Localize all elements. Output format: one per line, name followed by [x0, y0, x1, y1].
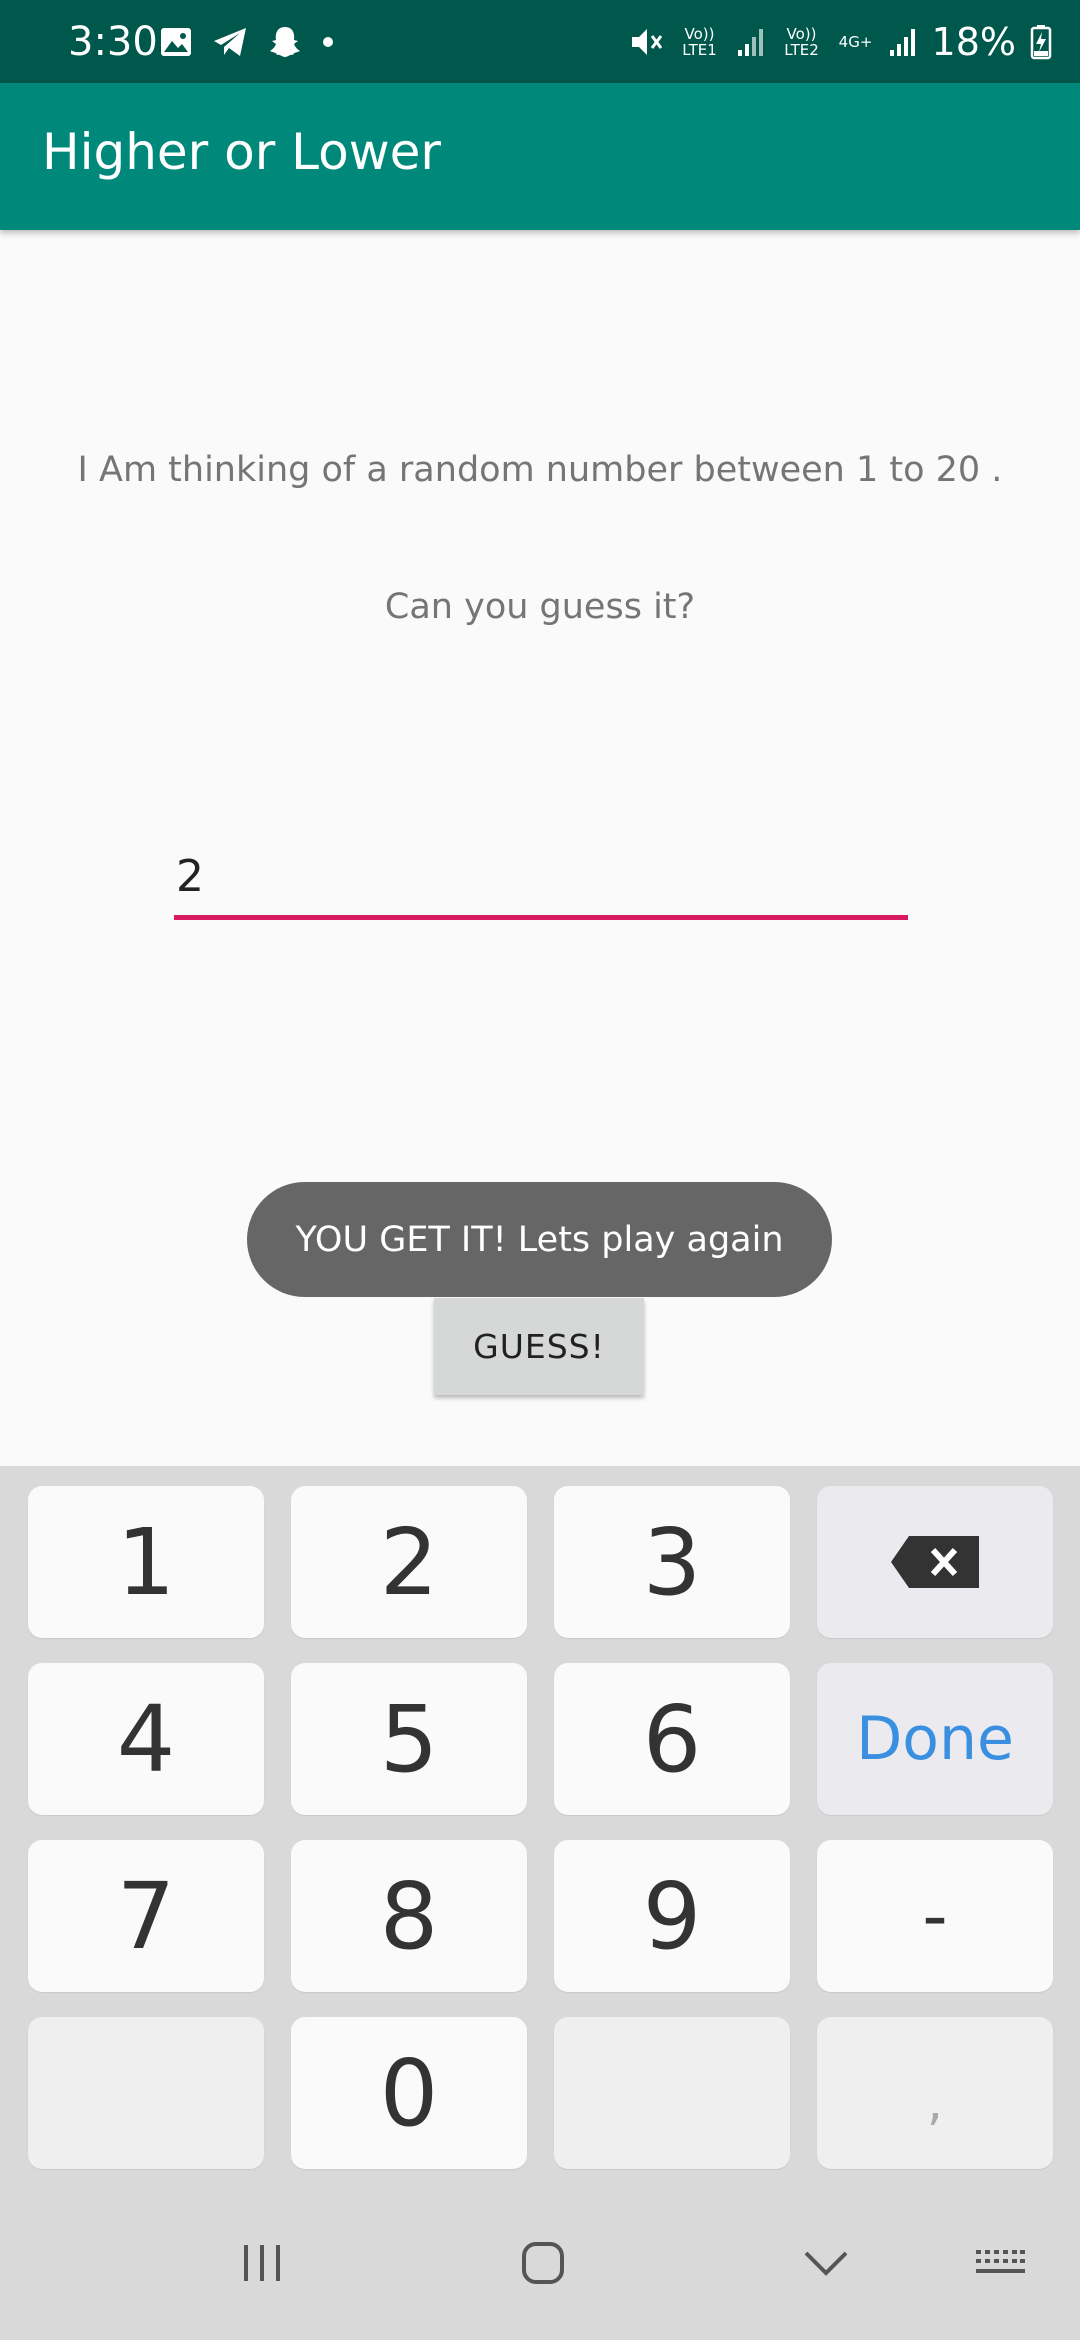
sim2-label: Vo)) LTE2	[784, 25, 819, 59]
dot-icon	[323, 37, 333, 47]
system-icons: Vo)) LTE1 Vo)) LTE2 4G+ 18%	[628, 14, 1052, 70]
sim1-label: Vo)) LTE1	[682, 25, 717, 59]
signal-icon	[737, 29, 763, 56]
backspace-key[interactable]	[817, 1486, 1053, 1638]
keyboard-icon	[976, 2250, 1025, 2273]
back-icon	[804, 2251, 848, 2276]
key-0[interactable]: 0	[291, 2017, 527, 2169]
key-3[interactable]: 3	[554, 1486, 790, 1638]
key-2[interactable]: 2	[291, 1486, 527, 1638]
battery-charging-icon	[1030, 25, 1052, 60]
battery-percent: 18%	[931, 20, 1016, 64]
blank-key	[28, 2017, 264, 2169]
keyboard-toggle-button[interactable]	[960, 2226, 1040, 2300]
gallery-icon	[161, 28, 191, 56]
minus-key[interactable]: -	[817, 1840, 1053, 1992]
numeric-keyboard: 1 2 3 4 5 6 Done 7 8 9 - 0 ,	[0, 1466, 1080, 2186]
status-bar: 3:30 Vo)) LTE1 Vo)) LTE2 4G+ 18%	[0, 0, 1080, 83]
notification-icons	[160, 18, 334, 66]
navigation-bar	[0, 2186, 1080, 2340]
signal-icon	[889, 29, 915, 56]
toast-message: YOU GET IT! Lets play again	[247, 1182, 832, 1297]
network-type: 4G+	[838, 33, 873, 51]
key-1[interactable]: 1	[28, 1486, 264, 1638]
mute-icon	[631, 29, 662, 55]
back-button[interactable]	[786, 2226, 866, 2300]
guess-number-input[interactable]	[174, 838, 908, 920]
prompt-text: I Am thinking of a random number between…	[77, 450, 1003, 490]
home-button[interactable]	[503, 2226, 583, 2300]
key-7[interactable]: 7	[28, 1840, 264, 1992]
key-9[interactable]: 9	[554, 1840, 790, 1992]
app-bar: Higher or Lower	[0, 83, 1080, 230]
key-8[interactable]: 8	[291, 1840, 527, 1992]
recents-icon	[244, 2245, 280, 2281]
done-key[interactable]: Done	[817, 1663, 1053, 1815]
snapchat-icon	[270, 27, 300, 57]
key-6[interactable]: 6	[554, 1663, 790, 1815]
app-title: Higher or Lower	[42, 123, 441, 181]
blank-key	[554, 2017, 790, 2169]
telegram-icon	[214, 28, 246, 56]
home-icon	[522, 2242, 564, 2284]
key-5[interactable]: 5	[291, 1663, 527, 1815]
key-4[interactable]: 4	[28, 1663, 264, 1815]
status-time: 3:30	[68, 19, 158, 65]
guess-button[interactable]: GUESS!	[434, 1298, 644, 1395]
guess-question: Can you guess it?	[384, 587, 696, 627]
recents-button[interactable]	[222, 2226, 302, 2300]
backspace-icon	[891, 1536, 979, 1588]
comma-key[interactable]: ,	[817, 2017, 1053, 2169]
